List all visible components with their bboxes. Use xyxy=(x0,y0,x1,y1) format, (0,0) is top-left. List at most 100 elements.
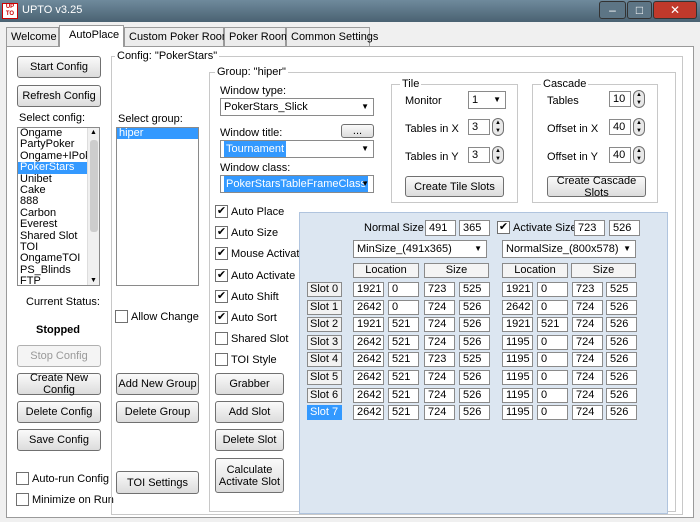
create-new-config-button[interactable]: Create New Config xyxy=(17,372,101,396)
offset-y-spinner[interactable]: ▲ ▼ xyxy=(633,146,645,164)
slot-cell[interactable]: 724 xyxy=(572,352,603,368)
offset-y-field[interactable]: 40 xyxy=(609,147,631,163)
slot-cell[interactable]: 526 xyxy=(459,370,490,385)
normal-height-field[interactable]: 365 xyxy=(459,220,490,236)
option-checkbox[interactable] xyxy=(215,332,228,346)
window-title-select[interactable]: Tournament ▼ xyxy=(220,140,374,158)
maximize-button[interactable]: □ xyxy=(627,1,652,19)
option-checkbox[interactable] xyxy=(215,353,228,367)
tab-custom-poker-room[interactable]: Custom Poker Room xyxy=(124,27,231,47)
slot-label[interactable]: Slot 0 xyxy=(307,282,342,297)
slot-cell[interactable]: 525 xyxy=(606,282,637,297)
tables-x-spinner[interactable]: ▲ ▼ xyxy=(492,118,504,136)
slot-cell[interactable]: 1921 xyxy=(353,282,384,297)
minimize-button[interactable]: – xyxy=(599,1,626,19)
offset-x-spinner[interactable]: ▲ ▼ xyxy=(633,118,645,136)
slot-cell[interactable]: 723 xyxy=(424,282,455,297)
slot-cell[interactable]: 0 xyxy=(388,282,419,297)
scroll-up-icon[interactable]: ▲ xyxy=(90,129,97,136)
slot-cell[interactable]: 2642 xyxy=(353,352,384,368)
window-title-browse-button[interactable]: ... xyxy=(341,124,374,138)
slot-cell[interactable]: 2642 xyxy=(353,370,384,385)
tab-autoplace[interactable]: AutoPlace xyxy=(59,25,124,47)
minimize-on-run-checkbox[interactable] xyxy=(16,493,29,506)
slot-cell[interactable]: 1195 xyxy=(502,405,533,421)
option-checkbox[interactable]: ✔ xyxy=(215,311,228,324)
grabber-button[interactable]: Grabber xyxy=(215,373,284,395)
slot-cell[interactable]: 521 xyxy=(388,370,419,385)
slot-label[interactable]: Slot 2 xyxy=(307,317,342,333)
activate-size-checkbox[interactable]: ✔ xyxy=(497,221,510,234)
slot-cell[interactable]: 0 xyxy=(537,282,568,297)
slot-cell[interactable]: 1921 xyxy=(353,317,384,333)
slot-label[interactable]: Slot 6 xyxy=(307,387,342,403)
slot-cell[interactable]: 1195 xyxy=(502,352,533,368)
slot-cell[interactable]: 2642 xyxy=(353,334,384,350)
slot-cell[interactable]: 1921 xyxy=(502,317,533,333)
config-list[interactable]: Ongame PartyPoker Ongame+IPoke PokerStar… xyxy=(17,127,100,286)
slot-cell[interactable]: 526 xyxy=(606,317,637,333)
slot-cell[interactable]: 526 xyxy=(606,405,637,421)
slot-cell[interactable]: 724 xyxy=(424,405,455,421)
slot-cell[interactable]: 724 xyxy=(572,334,603,350)
start-config-button[interactable]: Start Config xyxy=(17,56,101,78)
refresh-config-button[interactable]: Refresh Config xyxy=(17,85,101,107)
slot-cell[interactable]: 521 xyxy=(388,352,419,368)
delete-config-button[interactable]: Delete Config xyxy=(17,401,101,423)
slot-cell[interactable]: 0 xyxy=(388,299,419,315)
window-class-select[interactable]: PokerStarsTableFrameClass ▼ xyxy=(220,175,374,193)
toi-settings-button[interactable]: TOI Settings xyxy=(116,471,199,494)
slot-cell[interactable]: 0 xyxy=(537,334,568,350)
slot-cell[interactable]: 724 xyxy=(424,387,455,403)
slot-cell[interactable]: 724 xyxy=(424,370,455,385)
add-slot-button[interactable]: Add Slot xyxy=(215,401,284,423)
tables-y-spinner[interactable]: ▲ ▼ xyxy=(492,146,504,164)
slot-cell[interactable]: 2642 xyxy=(353,387,384,403)
slot-cell[interactable]: 0 xyxy=(537,387,568,403)
calculate-activate-slot-button[interactable]: Calculate Activate Slot xyxy=(215,458,284,493)
slot-cell[interactable]: 525 xyxy=(459,282,490,297)
slot-cell[interactable]: 724 xyxy=(424,334,455,350)
normal-size-select[interactable]: NormalSize_(800x578) ▼ xyxy=(502,240,636,258)
slot-cell[interactable]: 0 xyxy=(537,370,568,385)
monitor-select[interactable]: 1 ▼ xyxy=(468,91,506,109)
min-size-select[interactable]: MinSize_(491x365) ▼ xyxy=(353,240,487,258)
slot-cell[interactable]: 2642 xyxy=(353,405,384,421)
option-checkbox[interactable]: ✔ xyxy=(215,268,228,282)
slot-cell[interactable]: 724 xyxy=(572,299,603,315)
create-tile-slots-button[interactable]: Create Tile Slots xyxy=(405,176,504,197)
slot-cell[interactable]: 724 xyxy=(572,387,603,403)
slot-cell[interactable]: 526 xyxy=(606,387,637,403)
delete-slot-button[interactable]: Delete Slot xyxy=(215,429,284,451)
option-checkbox[interactable]: ✔ xyxy=(215,247,228,261)
slot-cell[interactable]: 525 xyxy=(459,352,490,368)
slot-cell[interactable]: 724 xyxy=(572,370,603,385)
offset-x-field[interactable]: 40 xyxy=(609,119,631,135)
slot-cell[interactable]: 526 xyxy=(459,317,490,333)
config-list-scrollbar[interactable]: ▲ ▼ xyxy=(87,128,99,285)
slot-cell[interactable]: 724 xyxy=(572,405,603,421)
window-type-select[interactable]: PokerStars_Slick ▼ xyxy=(220,98,374,116)
slot-cell[interactable]: 724 xyxy=(424,299,455,315)
normal-width-field[interactable]: 491 xyxy=(425,220,456,236)
slot-cell[interactable]: 521 xyxy=(388,317,419,333)
allow-change-checkbox[interactable] xyxy=(115,310,128,323)
slot-cell[interactable]: 1195 xyxy=(502,387,533,403)
auto-run-checkbox[interactable] xyxy=(16,472,29,485)
slot-cell[interactable]: 521 xyxy=(388,334,419,350)
tables-y-field[interactable]: 3 xyxy=(468,147,490,163)
slot-cell[interactable]: 0 xyxy=(537,352,568,368)
slot-cell[interactable]: 723 xyxy=(424,352,455,368)
option-checkbox[interactable]: ✔ xyxy=(215,289,228,303)
slot-label[interactable]: Slot 7 xyxy=(307,405,342,421)
slot-label[interactable]: Slot 5 xyxy=(307,370,342,385)
slot-cell[interactable]: 526 xyxy=(459,387,490,403)
slot-cell[interactable]: 2642 xyxy=(502,299,533,315)
slot-cell[interactable]: 1195 xyxy=(502,334,533,350)
slot-cell[interactable]: 1921 xyxy=(502,282,533,297)
slot-label[interactable]: Slot 4 xyxy=(307,352,342,368)
scrollbar-thumb[interactable] xyxy=(90,140,98,232)
tab-poker-room[interactable]: Poker Room xyxy=(224,27,290,47)
slot-cell[interactable]: 521 xyxy=(537,317,568,333)
slot-cell[interactable]: 723 xyxy=(572,282,603,297)
